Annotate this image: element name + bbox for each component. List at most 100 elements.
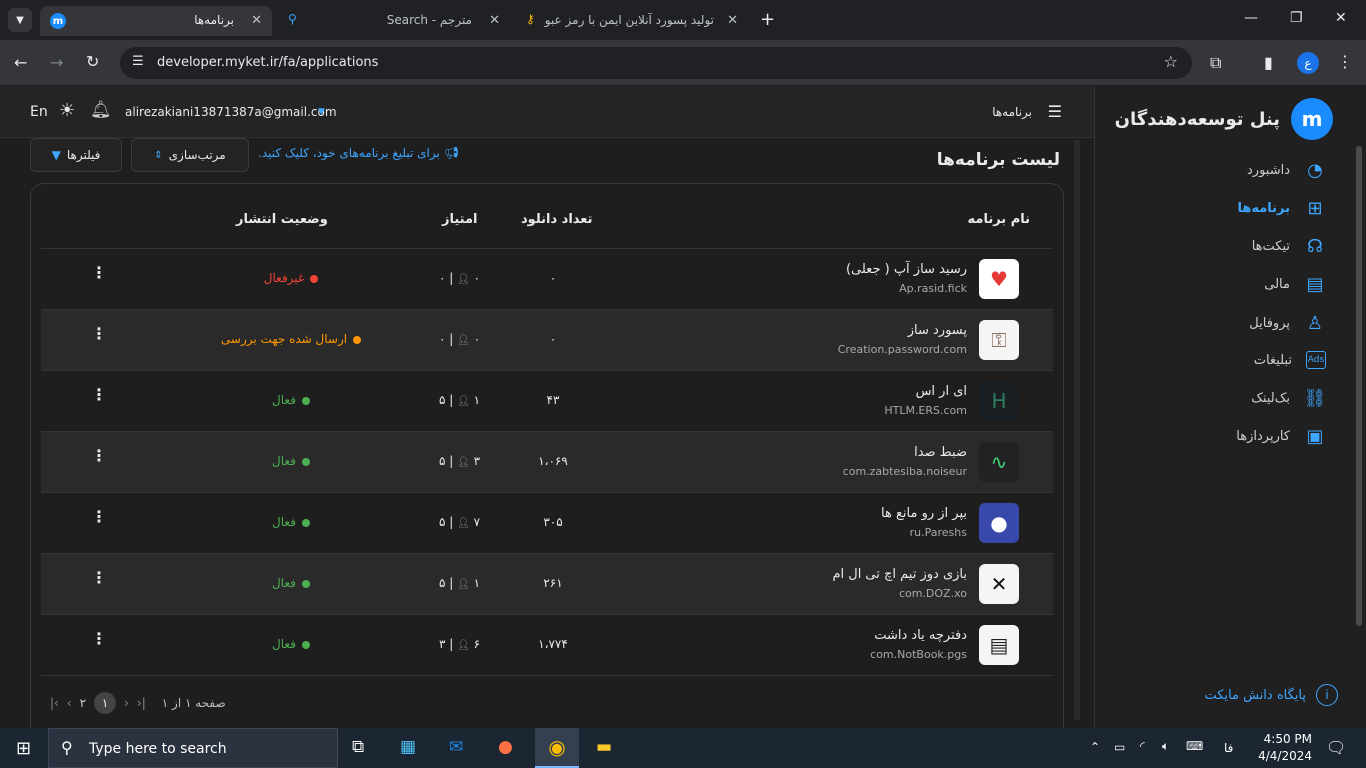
more-options-icon[interactable]: ⋮ <box>91 570 107 586</box>
user-email[interactable]: alirezakiani13871387a@gmail.com <box>125 105 337 119</box>
chrome-icon[interactable]: ◉ <box>535 728 579 768</box>
knowledge-base-link[interactable]: i پایگاه دانش مایکت <box>1204 684 1338 706</box>
prev-page-icon[interactable]: ‹ <box>67 696 72 710</box>
table-row[interactable]: H ای ار اس HTLM.ERS.com ۴۳ ۱ 👤︎ | ۵ فعال ⋮ <box>41 370 1053 431</box>
wifi-icon[interactable]: ◜ <box>1140 739 1145 753</box>
sidebar-item-agents[interactable]: کارپردازها ▣ <box>1096 422 1326 450</box>
bookmark-star-icon[interactable]: ☆ <box>1164 52 1178 71</box>
sidebar-item-tickets[interactable]: تیکت‌ها ☊ <box>1096 232 1326 260</box>
language-toggle[interactable]: En <box>30 104 48 120</box>
more-options-icon[interactable]: ⋮ <box>91 326 107 342</box>
minimize-button[interactable]: — <box>1244 10 1258 26</box>
more-options-icon[interactable]: ⋮ <box>91 448 107 464</box>
sort-button[interactable]: مرتب‌سازی ⇕ <box>131 138 249 172</box>
app-name[interactable]: بازی دوز تیم اچ تی ال ام <box>832 567 967 582</box>
filter-button[interactable]: فیلترها ▼ <box>30 138 122 172</box>
site-info-icon[interactable]: ☰ <box>132 54 144 69</box>
sidebar-item-ads[interactable]: تبلیغات Ads <box>1096 346 1326 374</box>
new-tab-button[interactable]: + <box>760 9 775 30</box>
link-icon: ⛓ <box>1303 387 1327 409</box>
first-page-icon[interactable]: |‹ <box>50 696 59 710</box>
back-icon[interactable]: ← <box>14 53 27 72</box>
chevron-down-icon[interactable]: ▼ <box>318 107 325 117</box>
store-icon[interactable]: ▦ <box>400 737 416 757</box>
notification-icon[interactable]: 🗨︎ <box>1326 738 1346 757</box>
reload-icon[interactable]: ↻ <box>86 52 99 71</box>
knowledge-base-label: پایگاه دانش مایکت <box>1204 687 1307 703</box>
mail-icon[interactable]: ✉ <box>449 737 463 757</box>
sidebar-item-dashboard[interactable]: داشبورد ◔ <box>1096 156 1326 184</box>
sidebar-item-backlink[interactable]: بک‌لینک ⛓ <box>1096 384 1326 412</box>
close-icon[interactable]: ✕ <box>251 13 262 28</box>
battery-icon[interactable]: ▭ <box>1114 740 1125 754</box>
agents-icon: ▣ <box>1306 425 1324 447</box>
menu-icon[interactable]: ⋮ <box>1337 52 1353 71</box>
app-name[interactable]: دفترچه یاد داشت <box>874 628 967 643</box>
close-window-button[interactable]: ✕ <box>1335 10 1347 26</box>
input-language[interactable]: فا <box>1224 741 1233 755</box>
app-name[interactable]: ای ار اس <box>916 384 967 399</box>
extensions-icon[interactable]: ⧉ <box>1210 53 1221 73</box>
address-bar[interactable]: ☰ developer.myket.ir/fa/applications ☆ <box>120 47 1192 79</box>
tab-translator[interactable]: ⚲ مترجم - Search ✕ <box>278 6 510 36</box>
tab-password-generator[interactable]: ⚷ تولید پسورد آنلاین ایمن با رمز عبور ✕ <box>516 6 748 36</box>
rating-value: ۱ <box>473 393 481 407</box>
clock-date[interactable]: 4/4/2024 <box>1254 749 1312 763</box>
votes-value: ۵ <box>439 576 446 590</box>
file-explorer-icon[interactable]: ▬ <box>596 737 612 757</box>
table-row[interactable]: ⚿ پسورد ساز Creation.password.com ۰ ۰ 👤︎ | ۰… <box>41 309 1053 370</box>
app-icon: ▤ <box>979 625 1019 665</box>
rating-cell: ۰ 👤︎ | ۰ <box>439 332 481 346</box>
more-options-icon[interactable]: ⋮ <box>91 631 107 647</box>
promo-link[interactable]: 📢︎ برای تبلیغ برنامه‌های خود، کلیک کنید. <box>258 146 459 160</box>
rating-value: ۶ <box>473 637 481 651</box>
page-link[interactable]: ۲ <box>80 696 86 710</box>
clock-time[interactable]: 4:50 PM <box>1260 732 1312 746</box>
current-page[interactable]: ۱ <box>94 692 117 714</box>
url-text[interactable]: developer.myket.ir/fa/applications <box>157 55 378 70</box>
theme-sun-icon[interactable]: ☀ <box>59 100 75 121</box>
firefox-icon[interactable]: ● <box>498 737 513 757</box>
pagination-label: صفحه ۱ از ۱ <box>161 696 226 710</box>
last-page-icon[interactable]: ›| <box>137 696 146 710</box>
close-icon[interactable]: ✕ <box>489 13 500 28</box>
sidebar-item-profile[interactable]: پروفایل ♙ <box>1096 309 1326 337</box>
table-row[interactable]: ♥ رسید ساز آپ ( جعلی) Ap.rasid.fick ۰ ۰ 👤︎ |… <box>41 248 1053 309</box>
search-icon: ⚲ <box>61 738 73 757</box>
forward-icon[interactable]: → <box>50 53 63 72</box>
task-view-icon[interactable]: ⧉ <box>352 737 364 757</box>
volume-icon[interactable]: 🔈︎ <box>1162 739 1169 754</box>
restore-button[interactable]: ❐ <box>1290 10 1303 26</box>
taskbar-search-input[interactable]: ⚲ Type here to search <box>48 728 338 768</box>
chevron-up-icon[interactable]: ⌃ <box>1090 740 1100 754</box>
windows-start-icon[interactable]: ⊞ <box>16 738 31 759</box>
sidebar-item-label: برنامه‌ها <box>1237 200 1290 216</box>
hamburger-icon[interactable]: ☰ <box>1048 102 1062 121</box>
sidebar-item-apps[interactable]: برنامه‌ها ⊞ <box>1096 194 1326 222</box>
sidebar-scrollbar[interactable] <box>1356 146 1362 626</box>
app-name[interactable]: ضبط صدا <box>914 445 967 460</box>
table-row[interactable]: ∿ ضبط صدا com.zabtesiba.noiseur ۱،۰۶۹ ۳ 👤︎ |… <box>41 431 1053 492</box>
app-name[interactable]: بپر از رو مانع ها <box>881 506 967 521</box>
profile-avatar[interactable]: ع <box>1297 52 1319 74</box>
table-row[interactable]: ● بپر از رو مانع ها ru.Pareshs ۳۰۵ ۷ 👤︎ | ۵ ف… <box>41 492 1053 553</box>
bell-icon[interactable]: 🔔︎ <box>90 100 112 120</box>
sidebar-item-finance[interactable]: مالی ▤ <box>1096 270 1326 298</box>
tab-search-button[interactable]: ▼ <box>8 8 32 32</box>
table-row[interactable]: ▤ دفترچه یاد داشت com.NotBook.pgs ۱،۷۷۴ ۶ 👤︎… <box>41 614 1053 675</box>
app-name[interactable]: پسورد ساز <box>908 323 967 338</box>
sidebar-item-label: پروفایل <box>1249 315 1290 331</box>
close-icon[interactable]: ✕ <box>727 13 738 28</box>
myket-logo[interactable]: m <box>1291 98 1333 140</box>
app-name[interactable]: رسید ساز آپ ( جعلی) <box>846 262 967 277</box>
main-scrollbar[interactable] <box>1074 140 1080 720</box>
keyboard-icon[interactable]: ⌨ <box>1186 739 1203 753</box>
tab-applications[interactable]: m برنامه‌ها ✕ <box>40 6 272 36</box>
table-row[interactable]: ✕ بازی دوز تیم اچ تی ال ام com.DOZ.xo ۲۶۱ ۱ … <box>41 553 1053 614</box>
more-options-icon[interactable]: ⋮ <box>91 265 107 281</box>
more-options-icon[interactable]: ⋮ <box>91 387 107 403</box>
profile-icon: ♙ <box>1306 312 1324 334</box>
next-page-icon[interactable]: › <box>124 696 129 710</box>
side-panel-icon[interactable]: ▮ <box>1264 53 1273 72</box>
more-options-icon[interactable]: ⋮ <box>91 509 107 525</box>
